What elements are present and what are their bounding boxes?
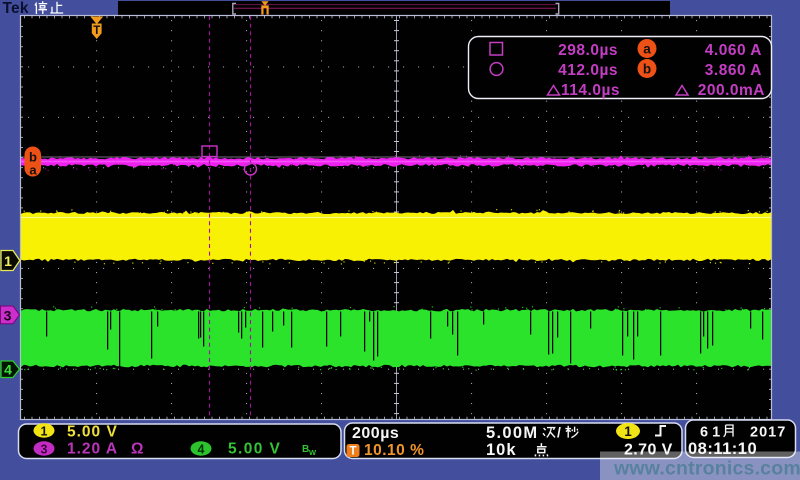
svg-text:1: 1 — [624, 424, 632, 439]
svg-text:3: 3 — [4, 307, 12, 323]
svg-text:4: 4 — [4, 362, 12, 378]
svg-text:W: W — [309, 448, 317, 457]
svg-text:2017: 2017 — [750, 425, 786, 441]
svg-text:b: b — [643, 62, 651, 77]
svg-text:298.0µs: 298.0µs — [558, 42, 618, 59]
svg-text:412.0µs: 412.0µs — [558, 62, 618, 79]
svg-text:4: 4 — [198, 443, 205, 457]
svg-text:a: a — [643, 42, 651, 57]
svg-text:1: 1 — [4, 253, 12, 269]
svg-text:10k: 10k — [486, 441, 517, 459]
svg-text:200.0mA: 200.0mA — [698, 82, 765, 99]
svg-text:T: T — [93, 25, 100, 37]
svg-text:a: a — [29, 163, 37, 178]
svg-text:3.860 A: 3.860 A — [705, 62, 762, 79]
svg-text:10.10 %: 10.10 % — [364, 442, 424, 459]
svg-text:6 1: 6 1 — [700, 425, 720, 441]
svg-text:/: / — [557, 424, 561, 440]
svg-text:3: 3 — [41, 443, 48, 457]
svg-text:114.0µs: 114.0µs — [561, 82, 620, 99]
svg-text:Tek: Tek — [3, 0, 29, 17]
svg-text:1: 1 — [41, 425, 48, 439]
svg-text:5.00 V: 5.00 V — [67, 424, 118, 441]
svg-text:1.20 A: 1.20 A — [67, 441, 118, 458]
svg-text:200µs: 200µs — [352, 425, 399, 442]
svg-text:5.00M: 5.00M — [486, 424, 538, 442]
svg-text:4.060 A: 4.060 A — [705, 42, 762, 59]
svg-text:Ω: Ω — [131, 441, 143, 458]
svg-text:www.cntronics.com: www.cntronics.com — [613, 458, 800, 480]
svg-text:T: T — [349, 446, 356, 458]
svg-text:5.00 V: 5.00 V — [228, 441, 281, 458]
